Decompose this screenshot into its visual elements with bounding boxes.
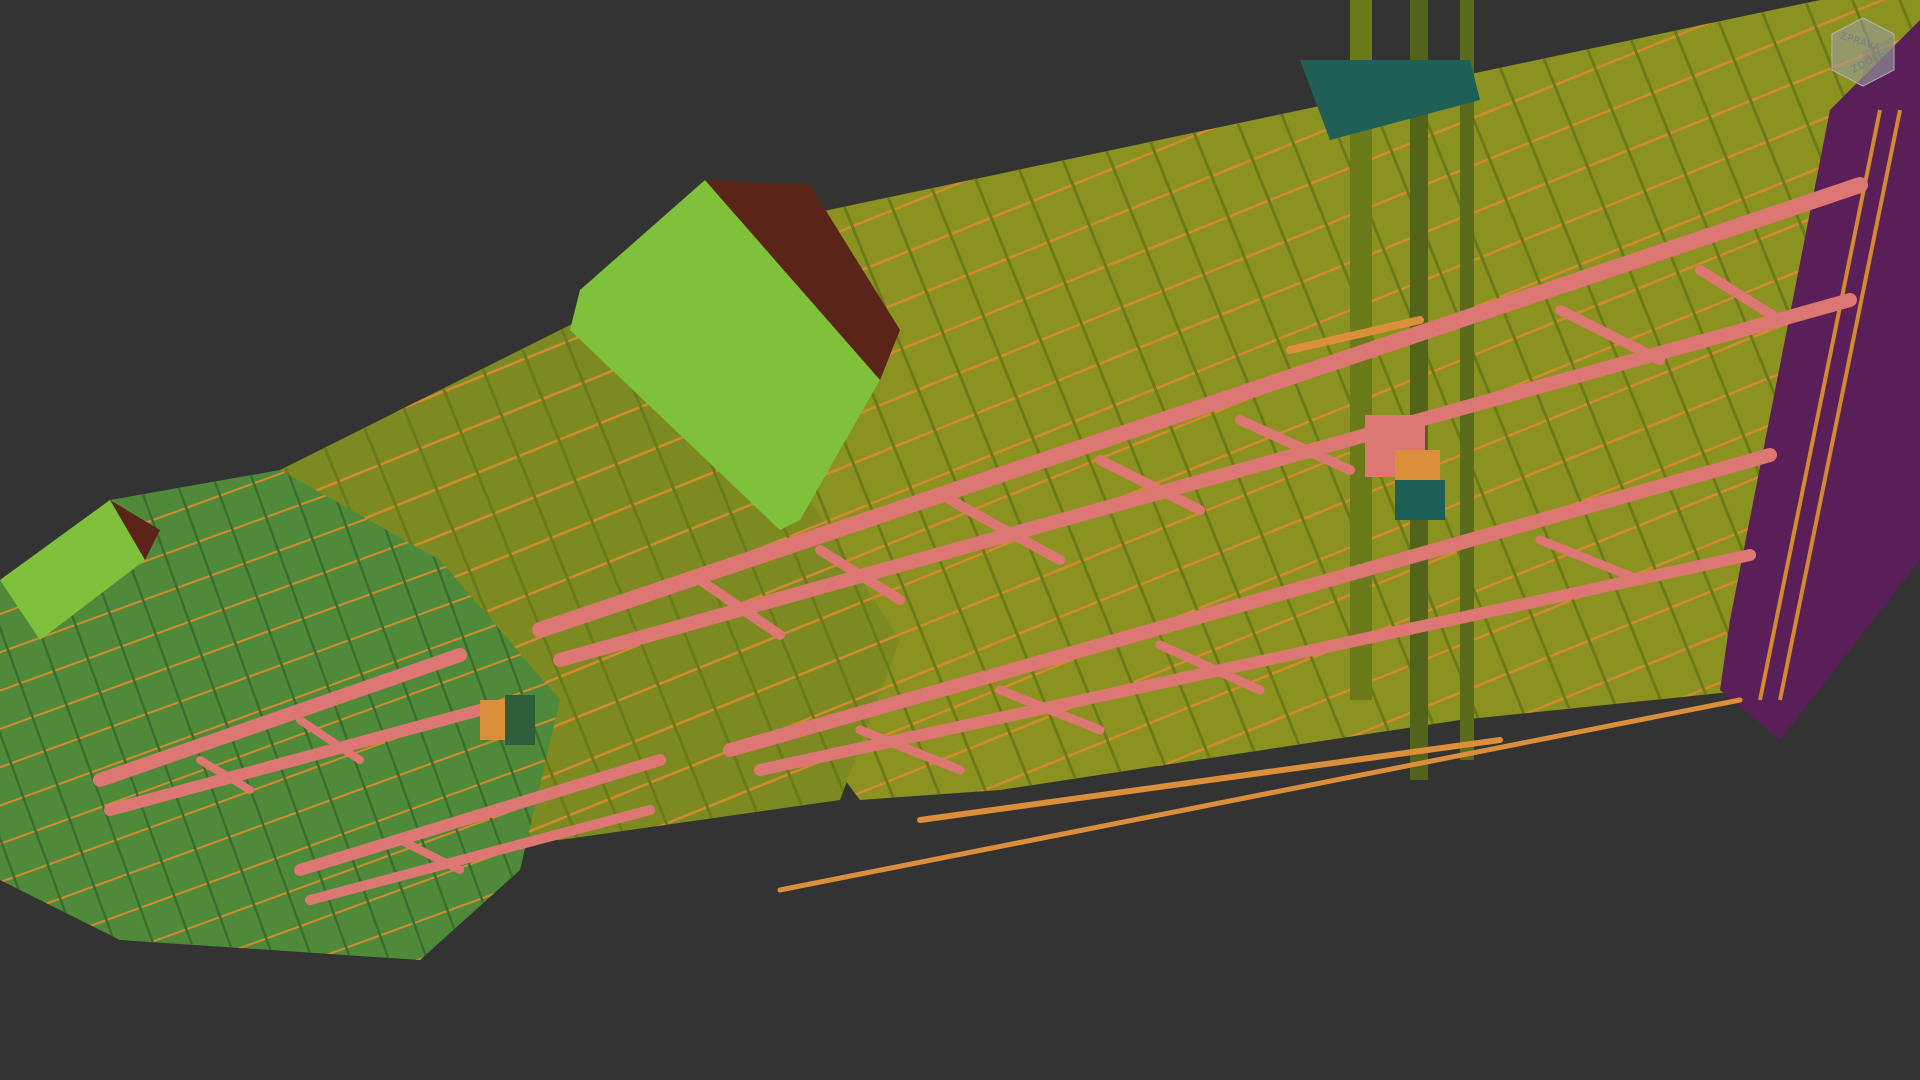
junction-box — [480, 700, 508, 740]
teal-box — [1395, 480, 1445, 520]
3d-viewport[interactable]: ZPRAVA ZDOLE — [0, 0, 1920, 1080]
junction-box-dark — [505, 695, 535, 745]
light-fixture-bottom — [1395, 450, 1440, 480]
view-cube-icon[interactable]: ZPRAVA ZDOLE — [1828, 14, 1898, 90]
point-cloud-scene[interactable] — [0, 0, 1920, 1080]
column-3 — [1460, 0, 1474, 760]
